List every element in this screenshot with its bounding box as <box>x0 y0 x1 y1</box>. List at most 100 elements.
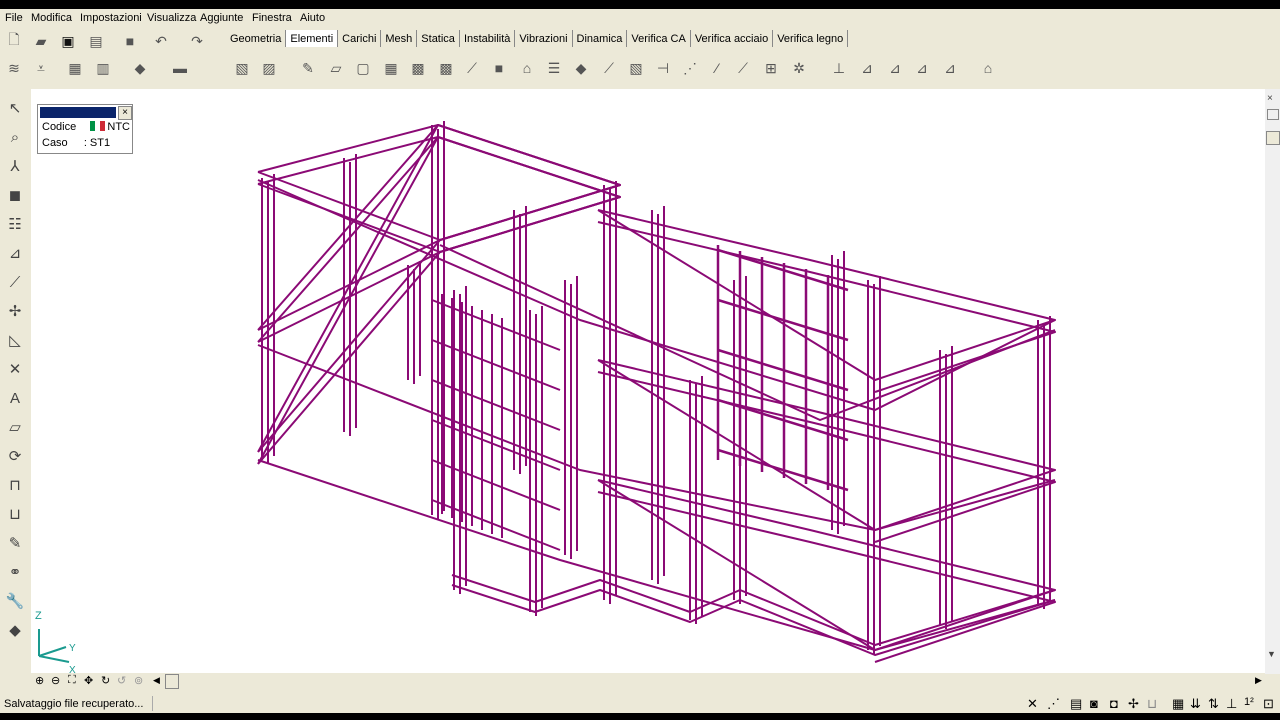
tab-instabilita[interactable]: Instabilità <box>460 30 516 47</box>
grid-snap-icon[interactable]: ▦ <box>1172 696 1184 712</box>
tab-verifica-ca[interactable]: Verifica CA <box>627 30 691 47</box>
tab-statica[interactable]: Statica <box>417 30 460 47</box>
link-icon[interactable]: ⊔ <box>4 503 26 525</box>
level-icon[interactable]: ⩡ <box>30 57 52 79</box>
pen-icon[interactable]: ✎ <box>4 532 26 554</box>
rod-icon[interactable]: ⟋ <box>732 57 754 79</box>
zoom-in-icon[interactable]: ⊕ <box>35 674 44 687</box>
restore-icon[interactable] <box>1267 109 1279 120</box>
tab-geometria[interactable]: Geometria <box>226 30 287 47</box>
arrows-down-icon[interactable]: ⇊ <box>1190 696 1201 712</box>
node-icon[interactable]: ✢ <box>4 300 26 322</box>
scroll-thumb[interactable] <box>1266 131 1280 145</box>
roof-icon[interactable]: ⌂ <box>516 57 538 79</box>
building-icon[interactable]: ⌂ <box>977 57 999 79</box>
menu-aiuto[interactable]: Aiuto <box>300 12 325 24</box>
rotate-icon[interactable]: ⟳ <box>4 445 26 467</box>
redo-icon[interactable]: ↷ <box>186 30 208 52</box>
plate-icon[interactable]: ◆ <box>570 57 592 79</box>
camera-icon[interactable]: ▬ <box>169 57 191 79</box>
list-icon[interactable]: ☷ <box>4 213 26 235</box>
view-icon[interactable]: ◼ <box>4 184 26 206</box>
link-snap-icon[interactable]: ⊔ <box>1147 696 1157 712</box>
slab-icon[interactable]: ▱ <box>325 57 347 79</box>
link-tool-icon[interactable]: ⁄ <box>706 57 728 79</box>
snap-line-icon[interactable]: ⋰ <box>1047 696 1060 712</box>
axis-y-icon[interactable]: ⊿ <box>856 57 878 79</box>
layers-icon[interactable]: ≋ <box>3 57 25 79</box>
glasses-icon[interactable]: ⚭ <box>4 561 26 583</box>
text-tool-icon[interactable]: ▨ <box>258 57 280 79</box>
axis-x-icon[interactable]: ⊥ <box>828 57 850 79</box>
close-icon[interactable]: × <box>118 106 132 120</box>
reset-view-icon[interactable]: ⊚ <box>134 674 143 687</box>
axis-z-icon[interactable]: ⊿ <box>884 57 906 79</box>
axis-xy-icon[interactable]: ⊿ <box>911 57 933 79</box>
menu-file[interactable]: File <box>5 12 23 24</box>
snap-cross-icon[interactable]: ✕ <box>1027 696 1038 712</box>
model-viewport[interactable]: Z Y X <box>31 89 1265 676</box>
tab-elementi[interactable]: Elementi <box>286 30 339 47</box>
undo-icon[interactable]: ↶ <box>150 30 172 52</box>
box-frame-icon[interactable]: ▧ <box>625 57 647 79</box>
table-icon[interactable]: ▦ <box>64 57 86 79</box>
pan-icon[interactable]: ✥ <box>84 674 93 687</box>
zoom-out-icon[interactable]: ⊖ <box>51 674 60 687</box>
angle-icon[interactable]: ⊥ <box>1226 696 1237 712</box>
wall-icon[interactable]: ▩ <box>407 57 429 79</box>
element-tool-icon[interactable]: ▧ <box>231 57 253 79</box>
tab-vibrazioni[interactable]: Vibrazioni <box>515 30 573 47</box>
pencil-icon[interactable]: ✎ <box>297 57 319 79</box>
text-icon[interactable]: A <box>4 387 26 409</box>
zoom-icon[interactable]: ⌕ <box>4 126 26 148</box>
spring-icon[interactable]: ⋰ <box>679 57 701 79</box>
hscroll-thumb[interactable] <box>165 674 179 689</box>
power-icon[interactable]: 1² <box>1244 696 1254 708</box>
print-icon[interactable]: ▤ <box>85 30 107 52</box>
arrows-updown-icon[interactable]: ⇅ <box>1208 696 1219 712</box>
select-arrow-icon[interactable]: ↖ <box>4 97 26 119</box>
scroll-left-icon[interactable]: ◀ <box>153 675 160 686</box>
tab-carichi[interactable]: Carichi <box>338 30 382 47</box>
scroll-right-icon[interactable]: ▶ <box>1255 675 1262 686</box>
more-icon[interactable]: ⊡ <box>1263 696 1274 712</box>
menu-finestra[interactable]: Finestra <box>252 12 292 24</box>
tab-verifica-legno[interactable]: Verifica legno <box>773 30 849 47</box>
measure-icon[interactable]: ◺ <box>4 329 26 351</box>
menu-modifica[interactable]: Modifica <box>31 12 72 24</box>
solid-icon[interactable]: ■ <box>488 57 510 79</box>
paint-icon[interactable]: ◙ <box>1090 696 1098 711</box>
layer-stack-icon[interactable]: ◆ <box>129 57 151 79</box>
node-snap-icon[interactable]: ✢ <box>1128 696 1139 712</box>
line-icon[interactable]: ⟋ <box>4 271 26 293</box>
box-icon[interactable]: ■ <box>119 30 141 52</box>
close-icon[interactable]: × <box>1267 93 1273 104</box>
new-file-icon[interactable]: 🗋 <box>3 30 25 52</box>
shell-icon[interactable]: ▩ <box>435 57 457 79</box>
tab-mesh[interactable]: Mesh <box>381 30 418 47</box>
wrench-icon[interactable]: 🔧 <box>4 590 26 612</box>
node-tool-icon[interactable]: ✲ <box>788 57 810 79</box>
tab-dinamica[interactable]: Dinamica <box>573 30 628 47</box>
axes-icon[interactable]: ⅄ <box>4 155 26 177</box>
open-folder-icon[interactable]: ▰ <box>30 30 52 52</box>
brush-icon[interactable]: ◘ <box>1110 696 1118 711</box>
info-icon[interactable]: ◆ <box>4 619 26 641</box>
panel-icon[interactable]: ▢ <box>352 57 374 79</box>
ruler-icon[interactable]: ⊿ <box>4 242 26 264</box>
brace-icon[interactable]: ⟋ <box>598 57 620 79</box>
vertical-scrollbar[interactable]: × ▼ <box>1265 89 1280 674</box>
stair-icon[interactable]: ☰ <box>543 57 565 79</box>
tab-verifica-acciaio[interactable]: Verifica acciaio <box>691 30 774 47</box>
frame-icon[interactable]: ▦ <box>380 57 402 79</box>
calc-icon[interactable]: ▤ <box>1070 696 1082 712</box>
menu-visualizza[interactable]: Visualizza <box>147 12 196 24</box>
beam-icon[interactable]: ⟋ <box>461 57 483 79</box>
rotate-view-icon[interactable]: ↻ <box>101 674 110 687</box>
support-icon[interactable]: ⊣ <box>652 57 674 79</box>
menu-impostazioni[interactable]: Impostazioni <box>80 12 142 24</box>
bracket-icon[interactable]: ⊓ <box>4 474 26 496</box>
orbit-icon[interactable]: ↺ <box>117 674 126 687</box>
grid-frame-icon[interactable]: ⊞ <box>760 57 782 79</box>
axis-all-icon[interactable]: ⊿ <box>939 57 961 79</box>
